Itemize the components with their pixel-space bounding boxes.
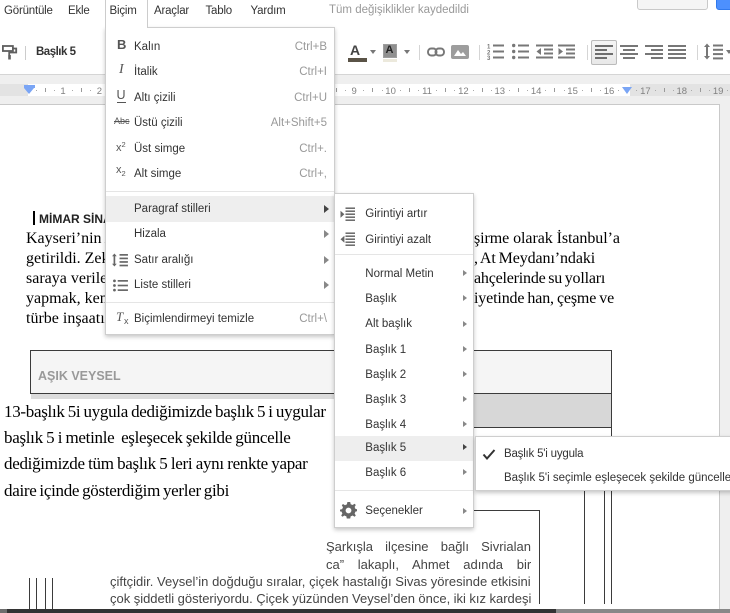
svg-text:3: 3 [487, 56, 491, 60]
